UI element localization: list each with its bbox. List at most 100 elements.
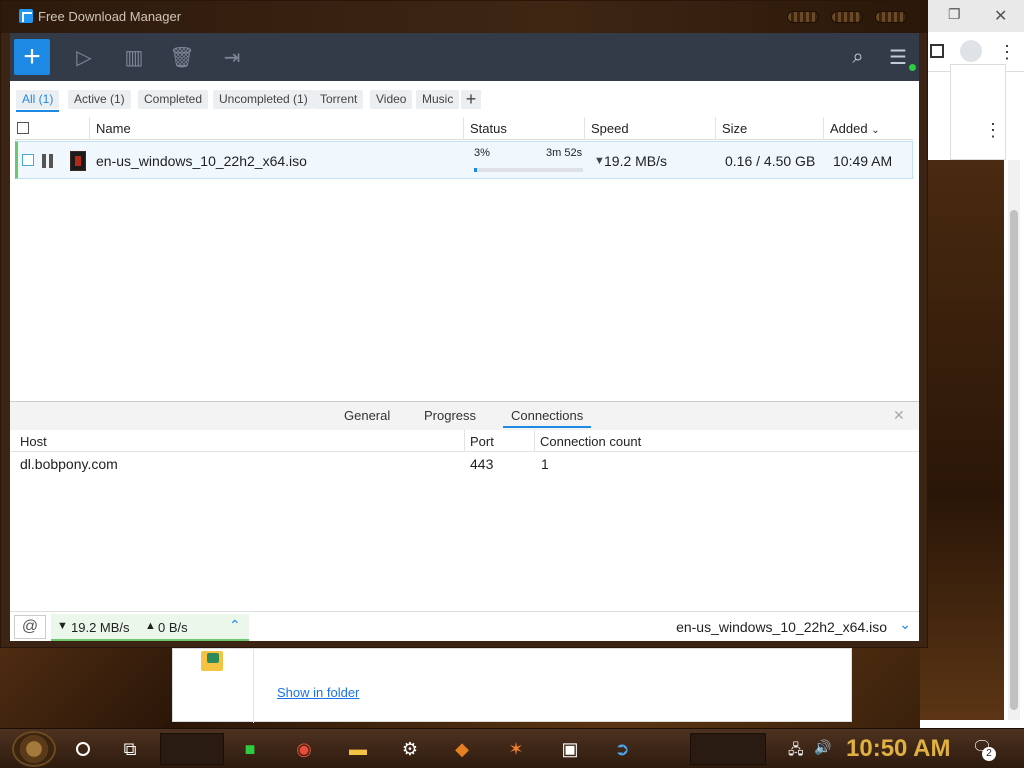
header-port: Port [470, 434, 494, 449]
chevron-down-icon: ⌄ [871, 125, 880, 136]
cortana-icon[interactable] [76, 742, 90, 756]
shelf-divider [253, 649, 254, 723]
task-view-icon[interactable]: ⧉ [118, 737, 142, 761]
scrollbar-thumb[interactable] [1010, 210, 1018, 710]
progress-fill [474, 168, 478, 172]
fdm-taskbar-icon[interactable]: ➲ [610, 737, 634, 761]
up-arrow-icon: ▲ [145, 620, 156, 632]
status-bar: @ ▼ 19.2 MB/s ▲ 0 B/s ⌃ en-us_windows_10… [10, 611, 919, 641]
titlebar: Free Download Manager [1, 1, 927, 33]
chrome-icon[interactable]: ◉ [292, 737, 316, 761]
browser-titlebar [920, 0, 1024, 32]
status-current-file: en-us_windows_10_22h2_x64.iso [676, 619, 887, 635]
download-shelf: Show in folder [172, 648, 852, 723]
git-icon[interactable]: ◆ [450, 737, 474, 761]
notes-app-icon[interactable]: ■ [238, 737, 262, 761]
volume-icon[interactable]: 🔊 [814, 739, 831, 756]
notification-badge: 2 [982, 747, 996, 761]
row-file-name: en-us_windows_10_22h2_x64.iso [96, 153, 307, 169]
connection-port: 443 [470, 456, 494, 472]
panel-menu-icon[interactable]: ⋮ [984, 120, 1002, 141]
window-title: Free Download Manager [38, 9, 182, 24]
down-arrow-icon: ▼ [57, 620, 68, 632]
select-all-checkbox[interactable] [17, 122, 29, 134]
details-panel: General Progress Connections ✕ Host Port… [10, 401, 919, 606]
xampp-icon[interactable]: ✶ [504, 737, 528, 761]
add-filter-button[interactable]: + [461, 90, 481, 109]
maximize-button[interactable] [831, 11, 863, 23]
column-speed[interactable]: Speed [584, 117, 715, 140]
avatar[interactable] [960, 40, 982, 62]
column-size[interactable]: Size [715, 117, 823, 140]
extension-icon[interactable] [930, 44, 944, 58]
columns-icon[interactable]: ▥ [114, 37, 154, 77]
filter-all[interactable]: All (1) [16, 90, 60, 112]
network-icon[interactable]: 🖧 [788, 739, 804, 763]
fdm-logo-icon [19, 9, 33, 23]
progress-bar [474, 168, 583, 172]
filter-uncompleted[interactable]: Uncompleted (1) [213, 90, 314, 109]
show-in-folder-link[interactable]: Show in folder [277, 685, 359, 700]
file-explorer-icon[interactable]: ▬ [346, 737, 370, 761]
clock[interactable]: 10:50 AM [846, 735, 950, 763]
tab-connections[interactable]: Connections [502, 408, 592, 428]
speed-summary[interactable]: ▼ 19.2 MB/s ▲ 0 B/s ⌃ [51, 614, 249, 641]
start-button[interactable] [12, 731, 56, 767]
chevron-down-icon[interactable]: ⌄ [899, 616, 911, 633]
list-header: Name Status Speed Size Added ⌄ [15, 117, 913, 140]
pause-icon[interactable] [42, 154, 54, 168]
app-icon[interactable]: ▣ [558, 737, 582, 761]
tab-progress[interactable]: Progress [424, 408, 476, 423]
chevron-up-icon[interactable]: ⌃ [229, 617, 241, 634]
close-icon[interactable]: ✕ [994, 6, 1007, 26]
column-name[interactable]: Name [89, 117, 463, 140]
menu-icon[interactable]: ☰ [878, 37, 918, 77]
main-content: All (1) Active (1) Completed Uncompleted… [10, 81, 919, 641]
filter-video[interactable]: Video [370, 90, 413, 109]
page-background [920, 160, 1004, 720]
details-tabs: General Progress Connections ✕ [10, 402, 919, 430]
column-divider [464, 430, 465, 452]
close-details-icon[interactable]: ✕ [893, 407, 905, 424]
browser-menu-icon[interactable]: ⋮ [998, 42, 1016, 63]
browser-window: ❐ ✕ ⋮ ⋮ [920, 0, 1024, 728]
filter-music[interactable]: Music [416, 90, 460, 109]
connection-host: dl.bobpony.com [20, 456, 118, 472]
move-to-folder-icon[interactable]: ⇥ [212, 37, 252, 77]
filter-bar: All (1) Active (1) Completed Uncompleted… [10, 81, 919, 117]
total-up-speed: 0 B/s [158, 620, 188, 635]
row-speed: 19.2 MB/s [604, 153, 668, 169]
search-icon[interactable]: ⌕ [838, 37, 878, 77]
filter-active[interactable]: Active (1) [68, 90, 131, 109]
filter-torrent[interactable]: Torrent [314, 90, 364, 109]
add-download-button[interactable]: + [14, 39, 50, 75]
minimize-button[interactable] [787, 11, 819, 23]
snail-icon[interactable]: @ [14, 615, 46, 639]
tab-general[interactable]: General [344, 408, 390, 423]
fdm-window: Free Download Manager + ▷ ▥ 🗑 ⇥ ⌕ ☰ All … [0, 0, 928, 648]
close-button[interactable] [875, 11, 907, 23]
table-row[interactable]: en-us_windows_10_22h2_x64.iso 3% 3m 52s … [15, 141, 913, 179]
row-added: 10:49 AM [833, 153, 893, 169]
file-type-icon [70, 151, 86, 171]
play-schedule-icon[interactable]: ▷ [64, 37, 104, 77]
file-icon [201, 651, 223, 671]
total-down-speed: 19.2 MB/s [71, 620, 130, 635]
row-checkbox[interactable] [22, 154, 34, 166]
filter-completed[interactable]: Completed [138, 90, 209, 109]
column-added[interactable]: Added ⌄ [823, 117, 913, 140]
toolbar: + ▷ ▥ 🗑 ⇥ ⌕ ☰ [10, 33, 919, 81]
column-added-label: Added [830, 121, 868, 136]
taskbar-slot [160, 733, 224, 765]
trash-icon[interactable]: 🗑 [162, 37, 202, 77]
restore-icon[interactable]: ❐ [948, 6, 961, 23]
row-percent: 3% [474, 147, 490, 159]
connections-header: Host Port Connection count [10, 430, 919, 452]
header-host: Host [20, 434, 47, 449]
taskbar: ⧉ ■ ◉ ▬ ⚙ ◆ ✶ ▣ ➲ 🖧 🔊 10:50 AM 🗨 2 [0, 728, 1024, 768]
header-connection-count: Connection count [540, 434, 642, 449]
downloads-panel [950, 64, 1006, 160]
update-dot [909, 64, 916, 71]
connection-count: 1 [541, 456, 549, 472]
settings-gear-icon[interactable]: ⚙ [398, 737, 422, 761]
